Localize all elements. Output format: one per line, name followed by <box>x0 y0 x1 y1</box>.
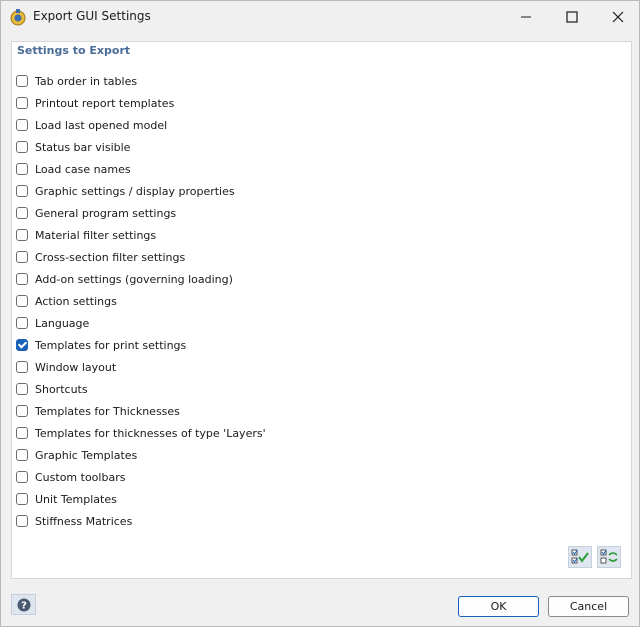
settings-item[interactable]: Status bar visible <box>16 136 266 158</box>
checkbox[interactable] <box>16 515 28 527</box>
svg-text:?: ? <box>21 601 27 612</box>
checkbox[interactable] <box>16 163 28 175</box>
maximize-icon <box>566 11 578 23</box>
settings-item-label: Window layout <box>35 360 117 374</box>
checkbox[interactable] <box>16 361 28 373</box>
settings-item-label: Load case names <box>35 162 131 176</box>
settings-item-label: Graphic Templates <box>35 448 138 462</box>
settings-item[interactable]: Templates for thicknesses of type 'Layer… <box>16 422 266 444</box>
uncheck-all-icon <box>600 549 618 564</box>
checkbox[interactable] <box>16 449 28 461</box>
checkbox[interactable] <box>16 427 28 439</box>
settings-item[interactable]: Templates for Thicknesses <box>16 400 266 422</box>
settings-item-label: Graphic settings / display properties <box>35 184 235 198</box>
settings-item-label: Templates for print settings <box>35 338 187 352</box>
checkbox[interactable] <box>16 295 28 307</box>
settings-item[interactable]: Window layout <box>16 356 266 378</box>
settings-item-label: Material filter settings <box>35 228 157 242</box>
settings-item-label: Action settings <box>35 294 117 308</box>
checkbox[interactable] <box>16 141 28 153</box>
checkbox[interactable] <box>16 493 28 505</box>
app-icon <box>9 8 27 26</box>
settings-item[interactable]: Shortcuts <box>16 378 266 400</box>
uncheck-all-button[interactable] <box>597 546 621 568</box>
checkbox[interactable] <box>16 119 28 131</box>
settings-item[interactable]: Language <box>16 312 266 334</box>
settings-item[interactable]: Load case names <box>16 158 266 180</box>
settings-item[interactable]: Add-on settings (governing loading) <box>16 268 266 290</box>
window-title: Export GUI Settings <box>33 9 151 23</box>
ok-button[interactable]: OK <box>458 596 539 617</box>
checkbox[interactable] <box>16 471 28 483</box>
settings-item[interactable]: Cross-section filter settings <box>16 246 266 268</box>
export-gui-settings-window: Export GUI Settings Settings to Export T… <box>0 0 640 627</box>
checkbox[interactable] <box>16 229 28 241</box>
checkbox[interactable] <box>16 185 28 197</box>
settings-list: Tab order in tables Printout report templ… <box>16 70 266 532</box>
settings-item[interactable]: Unit Templates <box>16 488 266 510</box>
help-icon: ? <box>17 598 31 612</box>
title-bar[interactable]: Export GUI Settings <box>1 1 639 33</box>
settings-item-label: Shortcuts <box>35 382 88 396</box>
checkbox[interactable] <box>16 251 28 263</box>
minimize-icon <box>521 16 531 18</box>
settings-item[interactable]: Printout report templates <box>16 92 266 114</box>
settings-item[interactable]: Templates for print settings <box>16 334 266 356</box>
section-title: Settings to Export <box>17 44 131 57</box>
check-all-icon <box>571 549 589 564</box>
checkbox[interactable] <box>16 97 28 109</box>
settings-item-label: Cross-section filter settings <box>35 250 186 264</box>
settings-item-label: Tab order in tables <box>35 74 138 88</box>
minimize-button[interactable] <box>503 1 549 33</box>
settings-item[interactable]: Material filter settings <box>16 224 266 246</box>
checkbox[interactable] <box>16 207 28 219</box>
settings-panel: Settings to Export Tab order in tables Pr… <box>11 41 632 579</box>
checkbox[interactable] <box>16 383 28 395</box>
settings-item-label: Unit Templates <box>35 492 117 506</box>
dialog-footer: ? OK Cancel <box>1 583 639 626</box>
settings-item-label: Language <box>35 316 90 330</box>
checkbox[interactable] <box>16 273 28 285</box>
settings-item[interactable]: Tab order in tables <box>16 70 266 92</box>
close-button[interactable] <box>595 1 640 33</box>
cancel-button[interactable]: Cancel <box>548 596 629 617</box>
settings-item-label: Status bar visible <box>35 140 131 154</box>
checkbox-checked[interactable] <box>16 339 28 351</box>
settings-item[interactable]: Action settings <box>16 290 266 312</box>
settings-item[interactable]: Load last opened model <box>16 114 266 136</box>
maximize-button[interactable] <box>549 1 595 33</box>
settings-item[interactable]: Custom toolbars <box>16 466 266 488</box>
checkbox[interactable] <box>16 405 28 417</box>
settings-item-label: Stiffness Matrices <box>35 514 133 528</box>
help-button[interactable]: ? <box>11 594 36 615</box>
check-all-button[interactable] <box>568 546 592 568</box>
settings-item[interactable]: Stiffness Matrices <box>16 510 266 532</box>
settings-item[interactable]: General program settings <box>16 202 266 224</box>
checkbox[interactable] <box>16 317 28 329</box>
settings-item[interactable]: Graphic Templates <box>16 444 266 466</box>
settings-item-label: General program settings <box>35 206 177 220</box>
settings-item-label: Custom toolbars <box>35 470 126 484</box>
settings-item[interactable]: Graphic settings / display properties <box>16 180 266 202</box>
settings-item-label: Templates for thicknesses of type 'Layer… <box>35 426 266 440</box>
checkbox[interactable] <box>16 75 28 87</box>
settings-item-label: Templates for Thicknesses <box>35 404 180 418</box>
close-icon <box>612 11 624 23</box>
settings-item-label: Add-on settings (governing loading) <box>35 272 233 286</box>
settings-item-label: Load last opened model <box>35 118 168 132</box>
settings-item-label: Printout report templates <box>35 96 175 110</box>
